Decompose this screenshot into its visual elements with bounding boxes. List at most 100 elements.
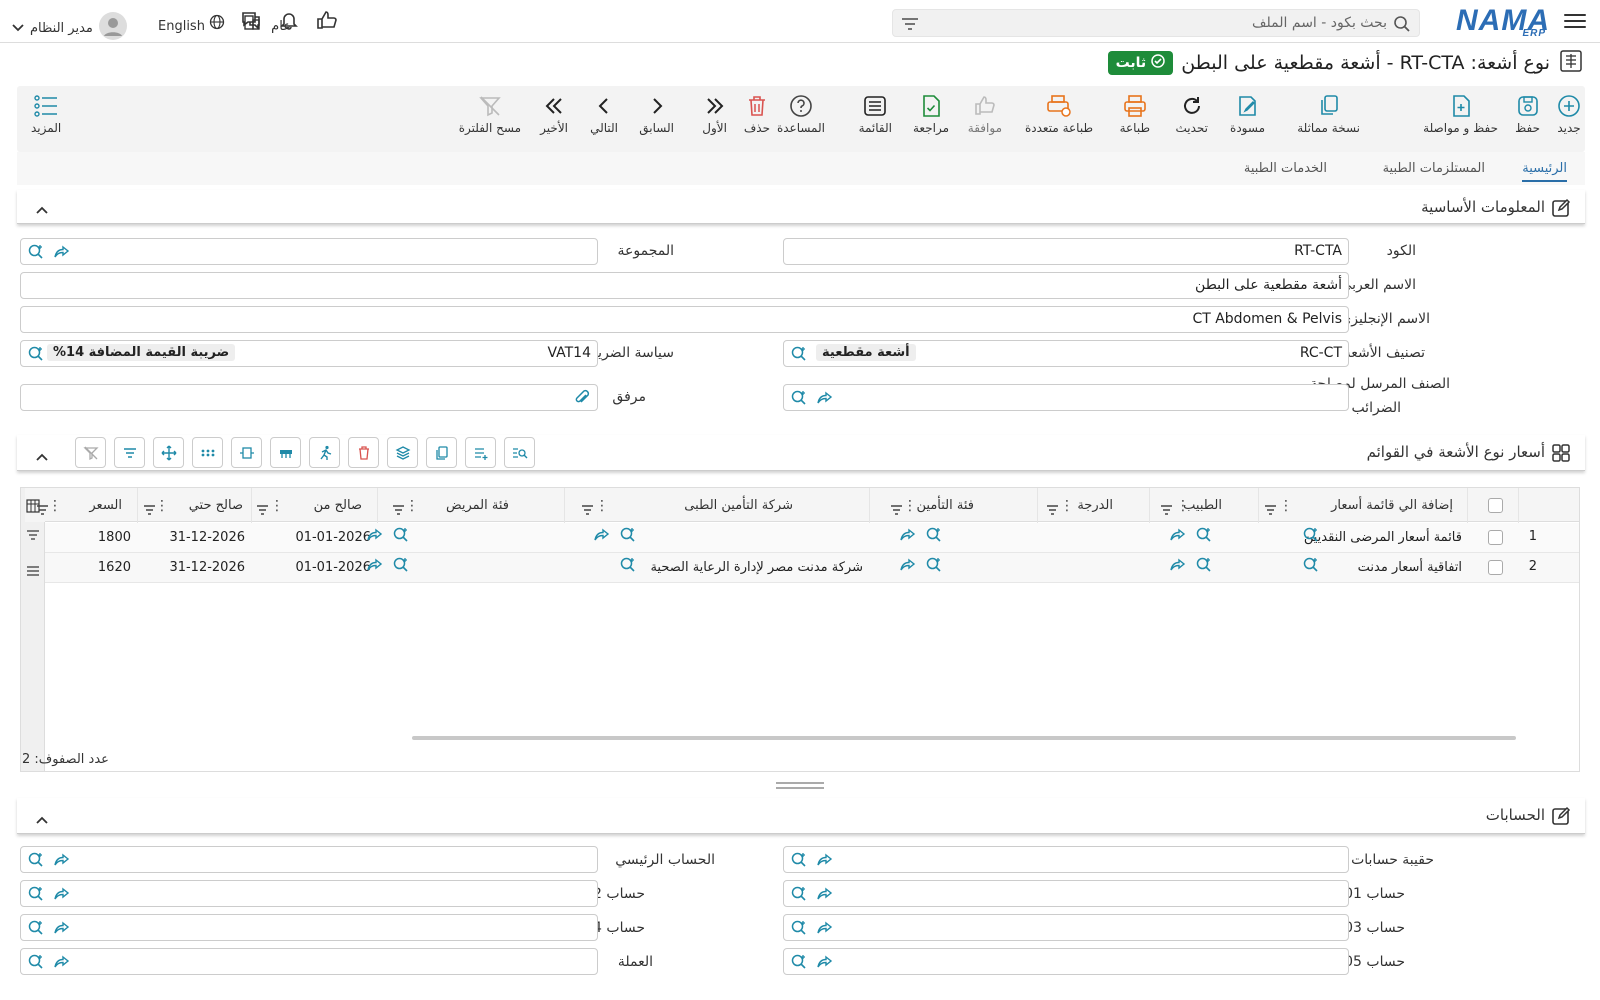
- column-filter-icon[interactable]: [143, 500, 156, 519]
- save-continue-button[interactable]: حفظ و مواصلة: [1423, 94, 1498, 135]
- tax-policy-field[interactable]: VAT14 ضريبة القيمة المضافة 14%: [20, 340, 598, 367]
- list-button[interactable]: القائمة: [859, 94, 892, 135]
- share-icon[interactable]: [816, 919, 834, 941]
- account-field[interactable]: [20, 948, 598, 975]
- search-plus-icon[interactable]: [27, 345, 45, 367]
- next-button[interactable]: التالي: [590, 94, 618, 135]
- trash-icon[interactable]: [348, 437, 379, 468]
- accounts-section-header[interactable]: الحسابات: [17, 798, 1585, 834]
- resize-handle[interactable]: [776, 782, 824, 789]
- search-plus-icon[interactable]: [27, 851, 45, 873]
- share-icon[interactable]: [816, 885, 834, 907]
- clear-filter-icon[interactable]: [75, 437, 106, 468]
- share-icon[interactable]: [53, 953, 71, 975]
- add-row-icon[interactable]: [465, 437, 496, 468]
- row-checkbox[interactable]: [1488, 530, 1503, 545]
- search-bar[interactable]: بحث بكود - اسم الملف: [892, 9, 1420, 37]
- search-plus-icon[interactable]: [27, 919, 45, 941]
- cell-price[interactable]: 1620: [98, 560, 131, 575]
- share-icon[interactable]: [816, 851, 834, 873]
- col-price[interactable]: السعر: [89, 498, 122, 513]
- search-plus-icon[interactable]: [27, 243, 45, 265]
- more-button[interactable]: المزيد: [31, 94, 61, 135]
- tab-medical-supplies[interactable]: المستلزمات الطبية: [1383, 161, 1485, 176]
- cell-price-list[interactable]: اتفاقية أسعار مدنت: [1358, 560, 1462, 575]
- share-icon[interactable]: [816, 389, 834, 411]
- column-menu-icon[interactable]: ⋮: [903, 498, 917, 514]
- paperclip-icon[interactable]: [573, 389, 591, 411]
- horizontal-scrollbar[interactable]: [412, 736, 1516, 740]
- search-plus-icon[interactable]: [619, 556, 637, 578]
- share-icon[interactable]: [899, 556, 917, 578]
- logo[interactable]: NAMA ERP: [1456, 4, 1550, 39]
- english-name-field[interactable]: CT Abdomen & Pelvis: [20, 306, 1349, 333]
- tab-medical-services[interactable]: الخدمات الطبية: [1244, 161, 1327, 176]
- share-icon[interactable]: [593, 526, 611, 548]
- menu-icon[interactable]: [1564, 10, 1586, 30]
- share-icon[interactable]: [1169, 556, 1187, 578]
- code-field[interactable]: RT-CTA: [783, 238, 1349, 265]
- save-button[interactable]: حفظ: [1515, 94, 1540, 135]
- share-icon[interactable]: [899, 526, 917, 548]
- filter-icon[interactable]: [901, 16, 919, 35]
- previous-button[interactable]: السابق: [639, 94, 674, 135]
- approve-button[interactable]: موافقة: [968, 94, 1002, 135]
- search-plus-icon[interactable]: [790, 885, 808, 907]
- menu-icon[interactable]: [26, 562, 40, 581]
- thumbs-up-icon[interactable]: [316, 10, 338, 34]
- account-field[interactable]: [20, 914, 598, 941]
- col-grade[interactable]: الدرجة: [1077, 498, 1113, 513]
- column-filter-icon[interactable]: [392, 500, 405, 519]
- share-icon[interactable]: [53, 243, 71, 265]
- review-button[interactable]: مراجعة: [913, 94, 949, 135]
- cell-valid-from[interactable]: 01-01-2026: [295, 560, 371, 575]
- fit-columns-icon[interactable]: [231, 437, 262, 468]
- clear-filter-button[interactable]: مسح الفلترة: [459, 94, 521, 135]
- column-filter-icon[interactable]: [1046, 500, 1059, 519]
- account-field[interactable]: [783, 914, 1349, 941]
- col-price-list[interactable]: إضافة الي قائمة أسعار: [1331, 498, 1453, 513]
- search-plus-icon[interactable]: [790, 345, 808, 367]
- search-input[interactable]: بحث بكود - اسم الملف: [1252, 15, 1387, 31]
- col-insurance-category[interactable]: فئة التأمين: [917, 498, 974, 513]
- cell-price[interactable]: 1800: [98, 530, 131, 545]
- search-plus-icon[interactable]: [1302, 526, 1320, 548]
- share-icon[interactable]: [53, 885, 71, 907]
- cell-insurance-company[interactable]: شركة مدنت مصر لإدارة الرعاية الصحية: [650, 560, 863, 575]
- search-plus-icon[interactable]: [790, 389, 808, 411]
- select-all-checkbox[interactable]: [1488, 498, 1503, 513]
- search-plus-icon[interactable]: [790, 851, 808, 873]
- column-menu-icon[interactable]: ⋮: [1279, 498, 1293, 514]
- share-icon[interactable]: [366, 556, 384, 578]
- cell-valid-from[interactable]: 01-01-2026: [295, 530, 371, 545]
- user-menu[interactable]: مدير النظام: [12, 12, 127, 44]
- search-list-icon[interactable]: [504, 437, 535, 468]
- column-filter-icon[interactable]: [256, 500, 269, 519]
- column-filter-icon[interactable]: [36, 500, 49, 519]
- column-menu-icon[interactable]: ⋮: [270, 498, 284, 514]
- column-menu-icon[interactable]: ⋮: [1060, 498, 1074, 514]
- multi-print-button[interactable]: طباعة متعددة: [1025, 94, 1093, 135]
- filter-icon[interactable]: [26, 526, 40, 545]
- help-button[interactable]: المساعدة: [777, 94, 825, 135]
- account-field[interactable]: [783, 948, 1349, 975]
- classification-field[interactable]: RC-CT أشعة مقطعية: [783, 340, 1349, 367]
- search-plus-icon[interactable]: [1195, 526, 1213, 548]
- search-plus-icon[interactable]: [1195, 556, 1213, 578]
- search-plus-icon[interactable]: [619, 526, 637, 548]
- search-plus-icon[interactable]: [790, 953, 808, 975]
- language-selector[interactable]: English: [158, 14, 225, 34]
- first-button[interactable]: الأول: [702, 94, 727, 135]
- column-menu-icon[interactable]: ⋮: [1176, 498, 1190, 514]
- chevron-up-icon[interactable]: [35, 447, 49, 466]
- cell-valid-to[interactable]: 31-12-2026: [169, 560, 245, 575]
- account-field[interactable]: [20, 880, 598, 907]
- arabic-name-field[interactable]: أشعة مقطعية على البطن: [20, 272, 1349, 299]
- new-button[interactable]: جديد: [1557, 94, 1581, 135]
- tab-main[interactable]: الرئيسية: [1522, 161, 1567, 182]
- cell-price-list[interactable]: قائمة أسعار المرضى النقديين: [1304, 530, 1462, 545]
- search-plus-icon[interactable]: [925, 556, 943, 578]
- share-icon[interactable]: [53, 919, 71, 941]
- basic-info-header[interactable]: المعلومات الأساسية: [17, 190, 1585, 224]
- search-plus-icon[interactable]: [392, 526, 410, 548]
